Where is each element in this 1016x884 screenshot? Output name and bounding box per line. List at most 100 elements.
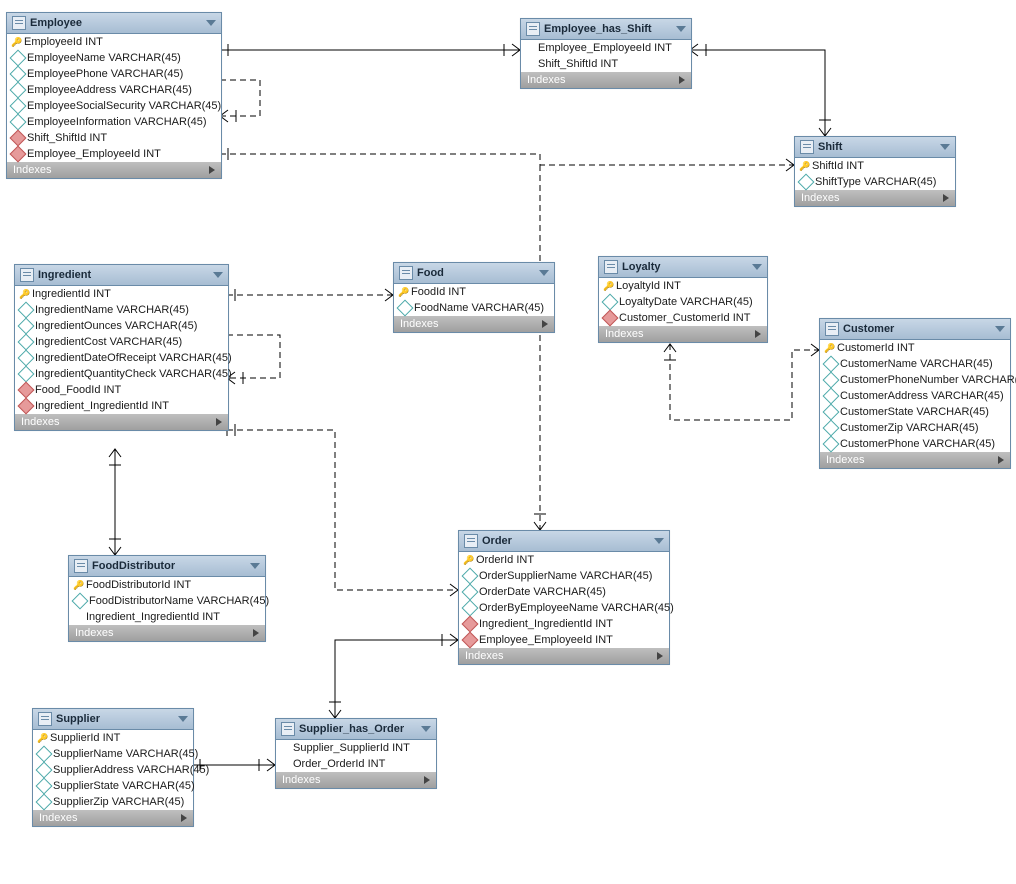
column-row[interactable]: ShiftType VARCHAR(45) <box>795 174 955 190</box>
column-row[interactable]: Customer_CustomerId INT <box>599 310 767 326</box>
indexes-section[interactable]: Indexes <box>276 772 436 788</box>
chevron-down-icon[interactable] <box>213 272 223 278</box>
columns-list: Employee_EmployeeId INTShift_ShiftId INT <box>521 40 691 72</box>
table-header[interactable]: Shift <box>795 137 955 158</box>
column-row[interactable]: CustomerPhoneNumber VARCHAR(45) <box>820 372 1010 388</box>
column-row[interactable]: Supplier_SupplierId INT <box>276 740 436 756</box>
column-row[interactable]: IngredientName VARCHAR(45) <box>15 302 228 318</box>
indexes-section[interactable]: Indexes <box>15 414 228 430</box>
table-header[interactable]: Employee <box>7 13 221 34</box>
column-row[interactable]: OrderSupplierName VARCHAR(45) <box>459 568 669 584</box>
table-order[interactable]: Order 🔑OrderId INTOrderSupplierName VARC… <box>458 530 670 665</box>
column-row[interactable]: OrderByEmployeeName VARCHAR(45) <box>459 600 669 616</box>
chevron-down-icon[interactable] <box>676 26 686 32</box>
column-row[interactable]: Ingredient_IngredientId INT <box>459 616 669 632</box>
column-row[interactable]: EmployeeInformation VARCHAR(45) <box>7 114 221 130</box>
column-row[interactable]: Food_FoodId INT <box>15 382 228 398</box>
indexes-section[interactable]: Indexes <box>820 452 1010 468</box>
indexes-section[interactable]: Indexes <box>521 72 691 88</box>
table-header[interactable]: Ingredient <box>15 265 228 286</box>
column-row[interactable]: CustomerName VARCHAR(45) <box>820 356 1010 372</box>
column-row[interactable]: CustomerPhone VARCHAR(45) <box>820 436 1010 452</box>
indexes-section[interactable]: Indexes <box>69 625 265 641</box>
column-row[interactable]: CustomerAddress VARCHAR(45) <box>820 388 1010 404</box>
column-row[interactable]: Employee_EmployeeId INT <box>521 40 691 56</box>
table-loyalty[interactable]: Loyalty 🔑LoyaltyId INTLoyaltyDate VARCHA… <box>598 256 768 343</box>
column-row[interactable]: Ingredient_IngredientId INT <box>15 398 228 414</box>
table-header[interactable]: Order <box>459 531 669 552</box>
table-supplier[interactable]: Supplier 🔑SupplierId INTSupplierName VAR… <box>32 708 194 827</box>
columns-list: 🔑FoodDistributorId INTFoodDistributorNam… <box>69 577 265 625</box>
column-row[interactable]: 🔑OrderId INT <box>459 552 669 568</box>
chevron-down-icon[interactable] <box>654 538 664 544</box>
chevron-down-icon[interactable] <box>940 144 950 150</box>
column-row[interactable]: FoodDistributorName VARCHAR(45) <box>69 593 265 609</box>
table-header[interactable]: Supplier_has_Order <box>276 719 436 740</box>
table-header[interactable]: Customer <box>820 319 1010 340</box>
column-row[interactable]: Shift_ShiftId INT <box>521 56 691 72</box>
table-shift[interactable]: Shift 🔑ShiftId INTShiftType VARCHAR(45) … <box>794 136 956 207</box>
table-employee-has-shift[interactable]: Employee_has_Shift Employee_EmployeeId I… <box>520 18 692 89</box>
column-row[interactable]: EmployeeName VARCHAR(45) <box>7 50 221 66</box>
column-row[interactable]: Ingredient_IngredientId INT <box>69 609 265 625</box>
column-row[interactable]: CustomerZip VARCHAR(45) <box>820 420 1010 436</box>
chevron-down-icon[interactable] <box>539 270 549 276</box>
table-food-distributor[interactable]: FoodDistributor 🔑FoodDistributorId INTFo… <box>68 555 266 642</box>
column-row[interactable]: IngredientQuantityCheck VARCHAR(45) <box>15 366 228 382</box>
indexes-section[interactable]: Indexes <box>7 162 221 178</box>
table-food[interactable]: Food 🔑FoodId INTFoodName VARCHAR(45) Ind… <box>393 262 555 333</box>
table-header[interactable]: FoodDistributor <box>69 556 265 577</box>
column-row[interactable]: 🔑SupplierId INT <box>33 730 193 746</box>
column-row[interactable]: Employee_EmployeeId INT <box>459 632 669 648</box>
column-row[interactable]: 🔑CustomerId INT <box>820 340 1010 356</box>
column-text: Employee_EmployeeId INT <box>479 634 613 646</box>
chevron-down-icon[interactable] <box>752 264 762 270</box>
chevron-down-icon[interactable] <box>206 20 216 26</box>
column-row[interactable]: EmployeeAddress VARCHAR(45) <box>7 82 221 98</box>
columns-list: 🔑SupplierId INTSupplierName VARCHAR(45)S… <box>33 730 193 810</box>
table-header[interactable]: Food <box>394 263 554 284</box>
column-row[interactable]: 🔑ShiftId INT <box>795 158 955 174</box>
column-row[interactable]: IngredientOunces VARCHAR(45) <box>15 318 228 334</box>
column-row[interactable]: SupplierState VARCHAR(45) <box>33 778 193 794</box>
table-supplier-has-order[interactable]: Supplier_has_Order Supplier_SupplierId I… <box>275 718 437 789</box>
indexes-section[interactable]: Indexes <box>33 810 193 826</box>
table-header[interactable]: Loyalty <box>599 257 767 278</box>
column-row[interactable]: 🔑IngredientId INT <box>15 286 228 302</box>
chevron-down-icon[interactable] <box>421 726 431 732</box>
indexes-section[interactable]: Indexes <box>599 326 767 342</box>
indexes-section[interactable]: Indexes <box>459 648 669 664</box>
column-row[interactable]: IngredientCost VARCHAR(45) <box>15 334 228 350</box>
column-row[interactable]: SupplierName VARCHAR(45) <box>33 746 193 762</box>
column-row[interactable]: Order_OrderId INT <box>276 756 436 772</box>
column-row[interactable]: LoyaltyDate VARCHAR(45) <box>599 294 767 310</box>
table-customer[interactable]: Customer 🔑CustomerId INTCustomerName VAR… <box>819 318 1011 469</box>
column-row[interactable]: EmployeePhone VARCHAR(45) <box>7 66 221 82</box>
table-title: Supplier_has_Order <box>299 723 421 735</box>
chevron-down-icon[interactable] <box>178 716 188 722</box>
column-row[interactable]: Employee_EmployeeId INT <box>7 146 221 162</box>
table-employee[interactable]: Employee 🔑EmployeeId INTEmployeeName VAR… <box>6 12 222 179</box>
column-row[interactable]: 🔑FoodDistributorId INT <box>69 577 265 593</box>
column-row[interactable]: 🔑FoodId INT <box>394 284 554 300</box>
column-text: FoodDistributorName VARCHAR(45) <box>89 595 269 607</box>
column-row[interactable]: CustomerState VARCHAR(45) <box>820 404 1010 420</box>
column-diamond-icon <box>602 294 619 311</box>
column-row[interactable]: FoodName VARCHAR(45) <box>394 300 554 316</box>
chevron-down-icon[interactable] <box>250 563 260 569</box>
indexes-section[interactable]: Indexes <box>394 316 554 332</box>
column-row[interactable]: SupplierAddress VARCHAR(45) <box>33 762 193 778</box>
column-diamond-icon <box>10 82 27 99</box>
table-header[interactable]: Supplier <box>33 709 193 730</box>
chevron-down-icon[interactable] <box>995 326 1005 332</box>
column-row[interactable]: SupplierZip VARCHAR(45) <box>33 794 193 810</box>
column-row[interactable]: IngredientDateOfReceipt VARCHAR(45) <box>15 350 228 366</box>
column-row[interactable]: 🔑EmployeeId INT <box>7 34 221 50</box>
column-row[interactable]: OrderDate VARCHAR(45) <box>459 584 669 600</box>
column-row[interactable]: 🔑LoyaltyId INT <box>599 278 767 294</box>
table-ingredient[interactable]: Ingredient 🔑IngredientId INTIngredientNa… <box>14 264 229 431</box>
table-header[interactable]: Employee_has_Shift <box>521 19 691 40</box>
indexes-section[interactable]: Indexes <box>795 190 955 206</box>
column-row[interactable]: Shift_ShiftId INT <box>7 130 221 146</box>
column-row[interactable]: EmployeeSocialSecurity VARCHAR(45) <box>7 98 221 114</box>
